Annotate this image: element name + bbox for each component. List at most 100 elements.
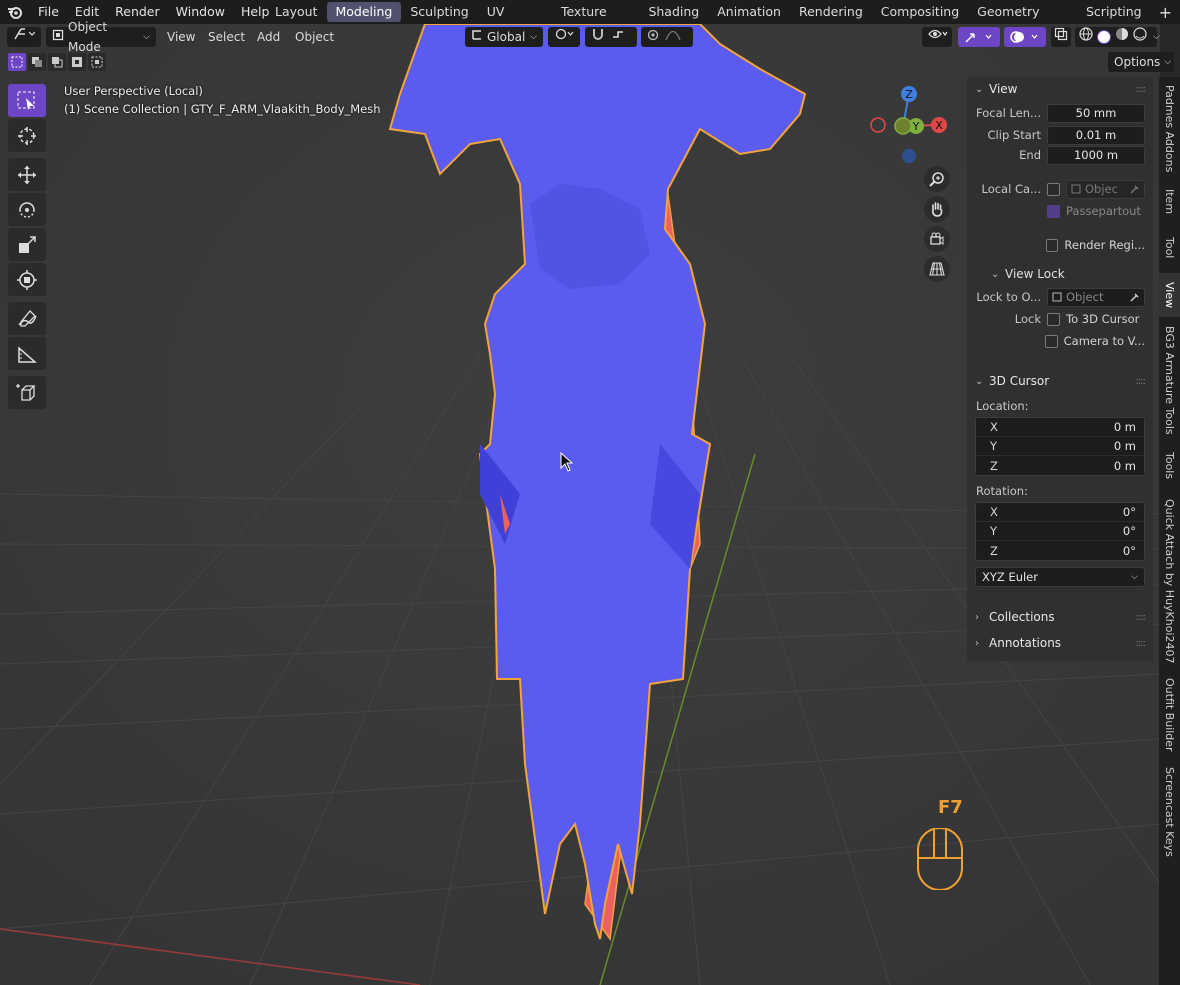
overlays-toggle[interactable] — [1004, 27, 1046, 47]
chevron-down-icon[interactable]: ⌵ — [1153, 27, 1160, 47]
cursor-tool-icon[interactable] — [8, 119, 46, 152]
camera-to-view-row: Camera to V... — [967, 331, 1153, 351]
tab-rendering[interactable]: Rendering — [790, 2, 872, 22]
render-region-checkbox[interactable] — [1045, 238, 1059, 252]
select-invert-icon[interactable] — [68, 53, 86, 71]
3d-cursor-panel-header[interactable]: ⌄ 3D Cursor :::: — [967, 369, 1153, 393]
sidebar-tab-screencast-keys[interactable]: Screencast Keys — [1159, 761, 1180, 863]
annotations-panel-header[interactable]: › Annotations :::: — [967, 631, 1153, 655]
drag-grip-icon[interactable]: :::: — [1136, 84, 1147, 95]
add-workspace-button[interactable]: + — [1151, 3, 1180, 22]
wireframe-shading-icon[interactable] — [1079, 27, 1093, 47]
gizmo-x-label: X — [935, 119, 943, 132]
local-camera-object-field[interactable]: Objec — [1066, 179, 1145, 199]
tab-animation[interactable]: Animation — [708, 2, 790, 22]
sidebar-tab-padmes-addons[interactable]: Padmes Addons — [1159, 81, 1180, 177]
solid-shading-icon[interactable] — [1097, 30, 1111, 44]
select-new-icon[interactable] — [8, 53, 26, 71]
rotation-y-field[interactable]: Y 0° — [976, 522, 1144, 541]
sidebar-tab-bg3-armature-tools[interactable]: BG3 Armature Tools — [1159, 321, 1180, 439]
sidebar-tab-quick-attach[interactable]: Quick Attach by HuyKhoi2407 — [1159, 493, 1180, 669]
sidebar-tab-view[interactable]: View — [1159, 273, 1180, 317]
tab-layout[interactable]: Layout — [266, 2, 327, 22]
menu-window[interactable]: Window — [168, 0, 233, 24]
tab-texture-paint[interactable]: Texture Paint — [552, 2, 640, 39]
rotation-mode-dropdown[interactable]: XYZ Euler ⌵ — [975, 567, 1145, 587]
scene-collection-label: (1) Scene Collection | GTY_F_ARM_Vlaakit… — [64, 102, 381, 116]
zoom-icon[interactable] — [924, 166, 950, 192]
view-lock-header[interactable]: ⌄ View Lock — [967, 263, 1153, 285]
local-camera-checkbox[interactable] — [1047, 182, 1060, 196]
transform-orientation-dropdown[interactable]: Global ⌵ — [465, 27, 543, 47]
select-subtract-icon[interactable] — [48, 53, 66, 71]
drag-grip-icon[interactable]: :::: — [1136, 612, 1147, 623]
menu-file[interactable]: File — [30, 0, 67, 24]
xray-toggle[interactable] — [1051, 27, 1071, 47]
move-tool-icon[interactable] — [8, 158, 46, 191]
clip-end-field[interactable]: 1000 m — [1047, 145, 1145, 165]
eyedropper-icon — [1130, 293, 1139, 302]
gizmo-neg-x-axis[interactable] — [870, 117, 886, 133]
tab-compositing[interactable]: Compositing — [872, 2, 968, 22]
header-menu-select[interactable]: Select — [202, 27, 251, 47]
tab-geometry-nodes[interactable]: Geometry Nodes — [968, 2, 1077, 39]
tab-sculpting[interactable]: Sculpting — [401, 2, 477, 22]
rendered-shading-icon[interactable] — [1133, 27, 1147, 47]
pan-hand-icon[interactable] — [924, 196, 950, 222]
select-box-tool-icon[interactable] — [8, 84, 46, 117]
add-cube-tool-icon[interactable] — [8, 376, 46, 409]
rotation-z-field[interactable]: Z 0° — [976, 541, 1144, 560]
editor-type-dropdown[interactable] — [7, 27, 41, 47]
location-z-field[interactable]: Z 0 m — [976, 456, 1144, 475]
focal-length-field[interactable]: 50 mm — [1047, 103, 1145, 123]
scale-tool-icon[interactable] — [8, 228, 46, 261]
measure-tool-icon[interactable] — [8, 337, 46, 370]
options-dropdown[interactable]: Options ⌵ — [1108, 52, 1174, 72]
sidebar-tabs: Padmes Addons Item Tool View BG3 Armatur… — [1159, 77, 1180, 985]
tab-scripting[interactable]: Scripting — [1077, 2, 1151, 22]
transform-tool-icon[interactable] — [8, 263, 46, 296]
sidebar-tab-tool[interactable]: Tool — [1159, 227, 1180, 269]
annotate-tool-icon[interactable] — [8, 302, 46, 335]
rotate-tool-icon[interactable] — [8, 193, 46, 226]
annotations-panel[interactable]: › Annotations :::: — [967, 631, 1153, 655]
header-menu-view[interactable]: View — [161, 27, 201, 47]
collections-panel-header[interactable]: › Collections :::: — [967, 605, 1153, 629]
camera-to-view-checkbox[interactable] — [1044, 334, 1058, 348]
perspective-grid-icon[interactable] — [924, 256, 950, 282]
drag-grip-icon[interactable]: :::: — [1136, 376, 1147, 387]
proportional-editing-toggle[interactable] — [641, 27, 693, 47]
snap-toggle[interactable] — [585, 27, 637, 47]
location-y-field[interactable]: Y 0 m — [976, 437, 1144, 456]
clip-start-field[interactable]: 0.01 m — [1047, 125, 1145, 145]
tab-modeling[interactable]: Modeling — [326, 2, 402, 22]
gizmo-neg-z-axis[interactable] — [902, 149, 916, 163]
blender-logo-icon[interactable] — [0, 0, 30, 24]
rotation-x-field[interactable]: X 0° — [976, 503, 1144, 522]
visibility-dropdown[interactable] — [922, 27, 952, 47]
drag-grip-icon[interactable]: :::: — [1136, 638, 1147, 649]
lock-to-3d-cursor-checkbox[interactable] — [1047, 312, 1060, 326]
navigation-gizmo[interactable]: Z X Y — [866, 82, 952, 168]
location-x-field[interactable]: X 0 m — [976, 418, 1144, 437]
tab-uv-editing[interactable]: UV Editing — [478, 2, 552, 39]
lock-to-object-field[interactable]: Object — [1047, 287, 1145, 307]
sidebar-tab-outfit-builder[interactable]: Outfit Builder — [1159, 673, 1180, 757]
select-intersect-icon[interactable] — [88, 53, 106, 71]
select-extend-icon[interactable] — [28, 53, 46, 71]
tab-shading[interactable]: Shading — [639, 2, 708, 22]
sidebar-tab-item[interactable]: Item — [1159, 181, 1180, 223]
view-panel-header[interactable]: ⌄ View :::: — [967, 77, 1153, 101]
gizmo-neg-y-axis[interactable] — [894, 117, 912, 135]
pivot-point-dropdown[interactable] — [548, 27, 580, 47]
camera-view-icon[interactable] — [924, 226, 950, 252]
gizmo-toggle[interactable] — [958, 27, 1000, 47]
sidebar-tab-tools[interactable]: Tools — [1159, 443, 1180, 489]
magnet-icon — [591, 27, 605, 47]
mode-dropdown[interactable]: Object Mode ⌵ — [46, 20, 156, 54]
header-menu-add[interactable]: Add — [251, 27, 286, 47]
header-menu-object[interactable]: Object — [289, 27, 340, 47]
collections-panel[interactable]: › Collections :::: — [967, 605, 1153, 629]
passepartout-checkbox[interactable] — [1047, 204, 1060, 218]
material-shading-icon[interactable] — [1115, 27, 1129, 47]
